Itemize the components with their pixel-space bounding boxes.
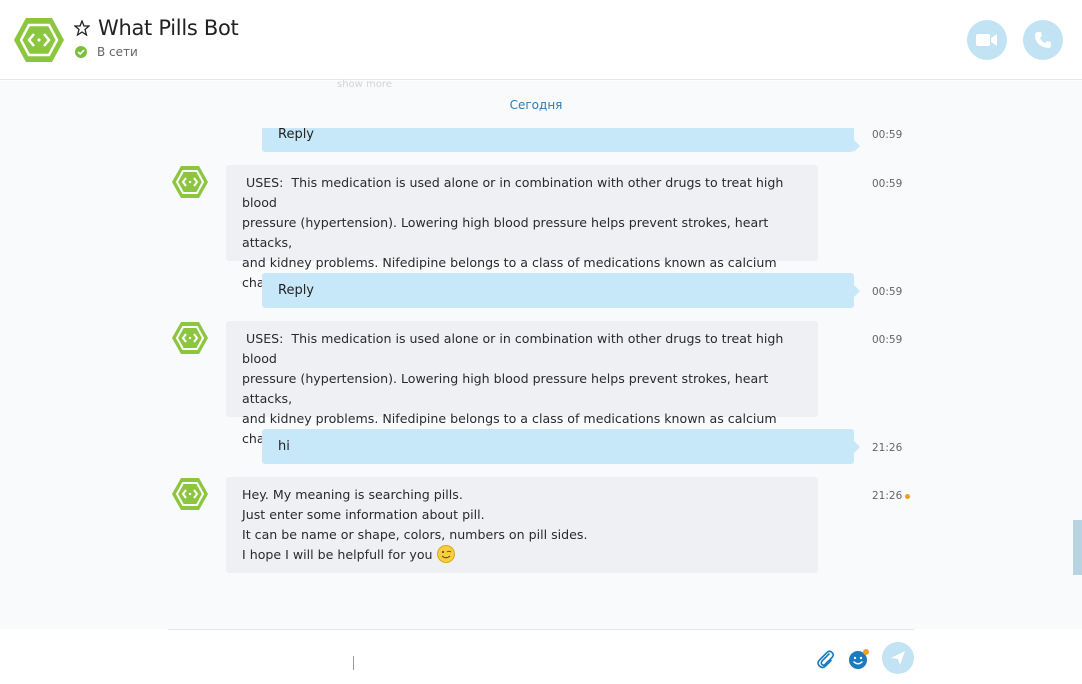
video-camera-icon: [976, 34, 997, 46]
send-arrow-icon: [891, 651, 905, 665]
bot-avatar[interactable]: [172, 477, 208, 511]
message-text: Reply: [278, 127, 315, 142]
online-check-icon: [75, 46, 87, 58]
bot-avatar[interactable]: [14, 17, 64, 63]
message-time: 21:26: [872, 490, 903, 502]
message-input[interactable]: [168, 641, 798, 677]
incoming-message[interactable]: USES: This medication is used alone or i…: [226, 165, 818, 290]
incoming-message[interactable]: USES: This medication is used alone or i…: [226, 321, 818, 446]
video-call-button[interactable]: [967, 20, 1007, 60]
outgoing-message[interactable]: hi: [262, 429, 860, 464]
presence-status: В сети: [75, 45, 138, 59]
bot-avatar[interactable]: [172, 321, 208, 355]
emoticon-picker-icon[interactable]: [848, 648, 870, 670]
message-line: Hey. My meaning is searching pills.: [242, 487, 463, 502]
chat-title: What Pills Bot: [98, 16, 239, 40]
message-time: 00:59: [872, 286, 903, 298]
message-time: 21:26: [872, 442, 903, 454]
send-button[interactable]: [882, 642, 914, 674]
date-separator: Сегодня: [509, 98, 563, 112]
message-line: I hope I will be helpfull for you: [242, 547, 433, 562]
message-line-with-emoji: I hope I will be helpfull for you: [242, 545, 802, 565]
message-text: hi: [278, 439, 290, 454]
message-composer: [0, 629, 1082, 684]
favorite-star-icon[interactable]: [74, 20, 90, 36]
incoming-message[interactable]: Hey. My meaning is searching pills. Just…: [226, 477, 818, 573]
message-time: 00:59: [872, 334, 903, 346]
status-text: В сети: [97, 45, 138, 59]
outgoing-message[interactable]: Reply: [262, 127, 860, 152]
message-text: Reply: [278, 283, 315, 298]
chat-header: What Pills Bot В сети: [0, 0, 1082, 80]
bot-avatar[interactable]: [172, 165, 208, 199]
message-line: Just enter some information about pill.: [242, 507, 485, 522]
wink-smiley-icon: [436, 545, 455, 563]
paperclip-icon[interactable]: [814, 648, 836, 670]
message-time: 00:59: [872, 178, 903, 190]
scrollbar-thumb[interactable]: [1073, 520, 1082, 575]
unread-indicator: [905, 494, 910, 499]
composer-divider: [168, 629, 914, 630]
faint-top-text: show more: [337, 79, 392, 90]
phone-icon: [1035, 32, 1051, 48]
message-list[interactable]: show more Сегодня Reply 00:59 USES: This…: [0, 79, 1082, 629]
outgoing-message[interactable]: Reply: [262, 273, 860, 308]
message-line: It can be name or shape, colors, numbers…: [242, 527, 588, 542]
text-caret: [353, 656, 354, 670]
audio-call-button[interactable]: [1023, 20, 1063, 60]
message-time: 00:59: [872, 129, 903, 141]
